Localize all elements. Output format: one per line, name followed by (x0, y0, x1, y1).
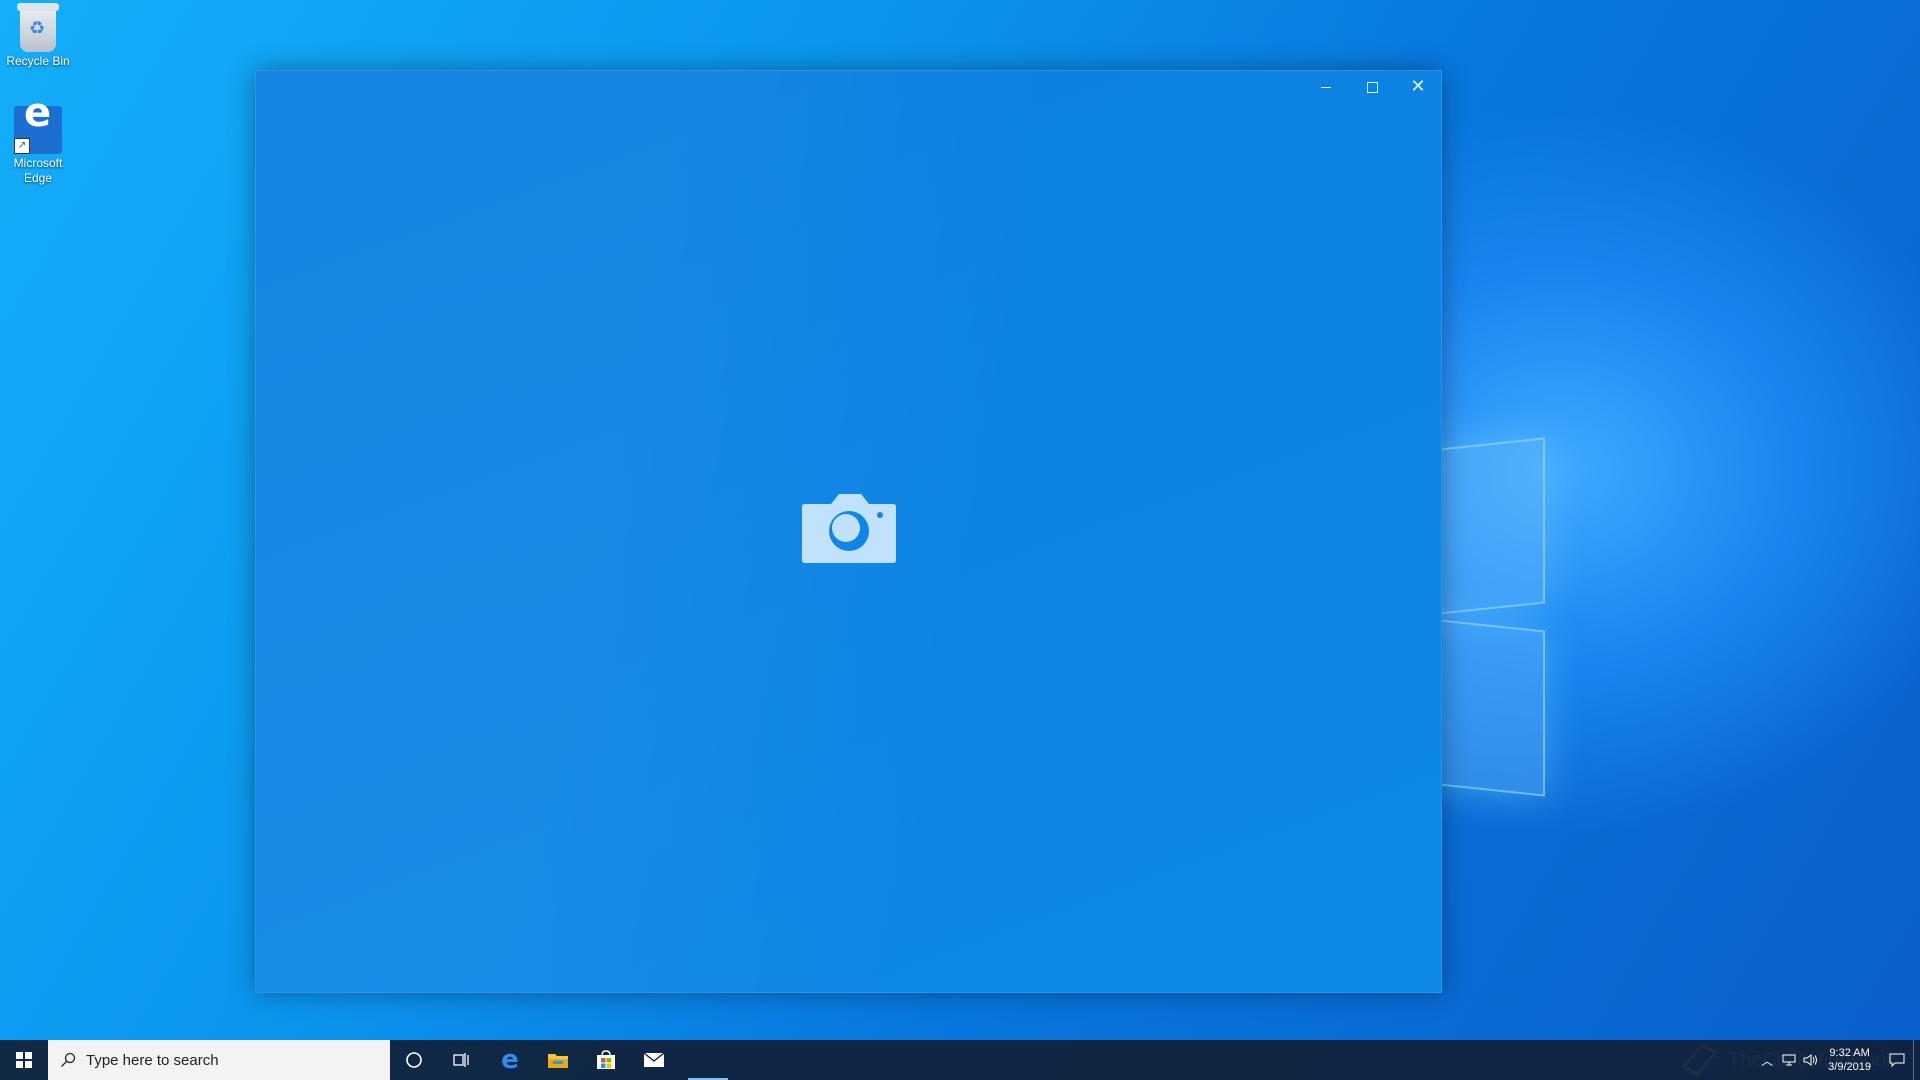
desktop-icon-microsoft-edge[interactable]: e ↗ Microsoft Edge (0, 93, 78, 186)
desktop-icon-label: Microsoft Edge (13, 156, 63, 185)
taskbar-camera-button[interactable] (684, 1040, 732, 1080)
clock-time: 9:32 AM (1829, 1047, 1870, 1059)
taskbar-mail-button[interactable] (630, 1040, 678, 1080)
search-icon (61, 1052, 76, 1067)
minimize-icon (1321, 86, 1331, 88)
network-icon (1782, 1054, 1796, 1066)
desktop-icon-label: Recycle Bin (6, 54, 70, 68)
action-center-button[interactable] (1881, 1040, 1913, 1080)
mail-icon (643, 1052, 665, 1067)
maximize-icon (1366, 81, 1378, 93)
minimize-button[interactable] (1303, 71, 1349, 103)
close-button[interactable]: ✕ (1395, 71, 1441, 103)
show-hidden-icons-button[interactable]: ︿ (1756, 1040, 1778, 1080)
cortana-icon (406, 1052, 422, 1068)
cortana-button[interactable] (390, 1040, 438, 1080)
edge-icon: e ↗ (14, 93, 62, 154)
start-button[interactable] (0, 1040, 48, 1080)
chevron-up-icon: ︿ (1761, 1053, 1774, 1068)
taskbar-file-explorer-button[interactable] (534, 1040, 582, 1080)
close-icon: ✕ (1410, 76, 1426, 97)
taskbar-store-button[interactable] (582, 1040, 630, 1080)
system-tray: ︿ 9:32 AM 3/9/2019 (1756, 1040, 1920, 1080)
show-desktop-button[interactable] (1913, 1040, 1920, 1080)
search-placeholder: Type here to search (86, 1051, 219, 1069)
taskbar-search-box[interactable]: Type here to search (48, 1040, 390, 1080)
camera-icon (802, 494, 896, 563)
network-button[interactable] (1778, 1040, 1800, 1080)
clock-date: 3/9/2019 (1828, 1061, 1871, 1073)
task-view-button[interactable] (438, 1040, 486, 1080)
task-view-icon (453, 1053, 469, 1067)
edge-icon: e (501, 1045, 519, 1075)
taskbar-clock[interactable]: 9:32 AM 3/9/2019 (1828, 1046, 1871, 1074)
volume-button[interactable] (1800, 1040, 1822, 1080)
taskbar: Type here to search e ︿ 9:32 AM 3/9/2019 (0, 1040, 1920, 1080)
maximize-button[interactable] (1349, 71, 1395, 103)
desktop-icon-recycle-bin[interactable]: ♻ Recycle Bin (0, 3, 78, 69)
notification-icon (1889, 1053, 1905, 1067)
store-icon (597, 1050, 615, 1069)
recycle-bin-icon: ♻ (17, 3, 59, 52)
file-explorer-icon (548, 1054, 568, 1068)
taskbar-edge-button[interactable]: e (486, 1040, 534, 1080)
windows-start-icon (16, 1052, 32, 1068)
camera-app-window[interactable]: ✕ (255, 70, 1442, 993)
volume-icon (1803, 1054, 1818, 1066)
